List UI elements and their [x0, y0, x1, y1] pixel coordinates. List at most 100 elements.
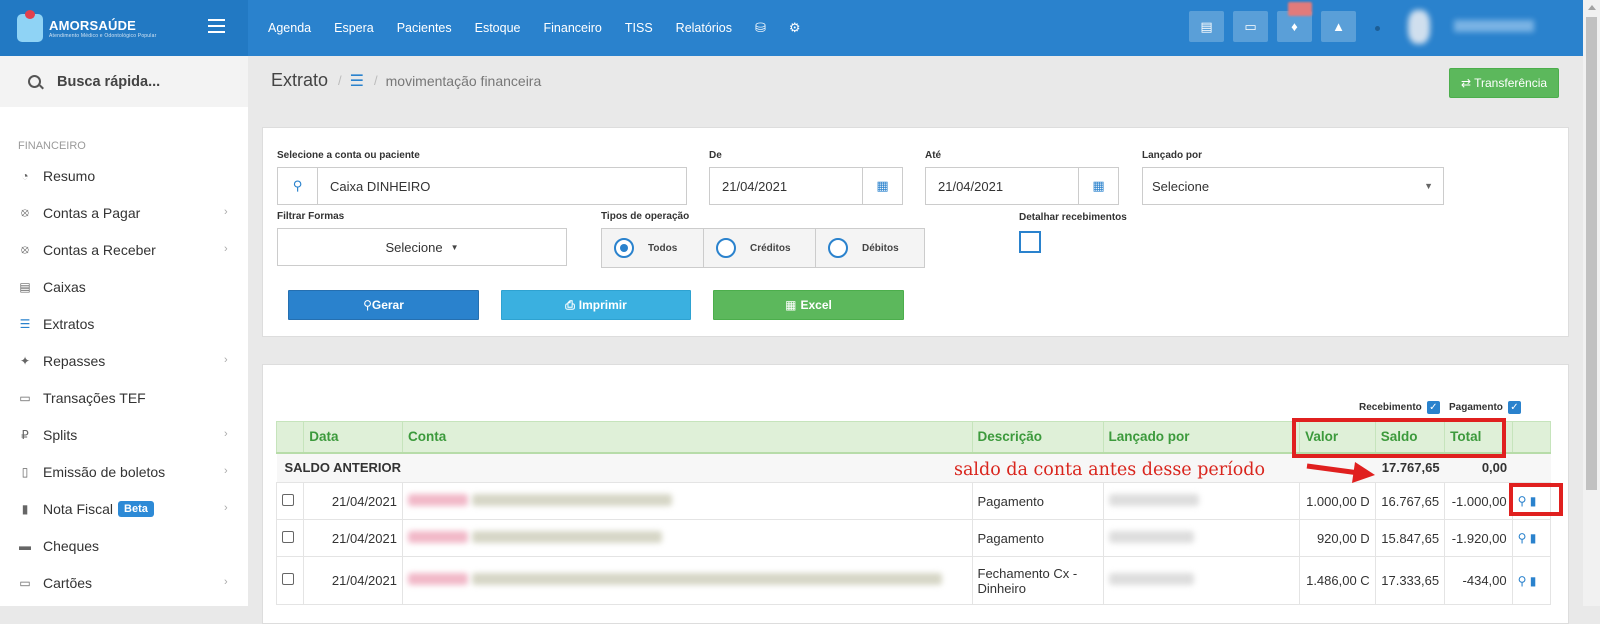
sidebar-item-repasses[interactable]: ✦ Repasses › [0, 342, 248, 379]
nav-tiss[interactable]: TISS [625, 21, 653, 35]
row-posted-by-blurred [1102, 482, 1301, 520]
logo[interactable]: AMORSAÚDE Atendimento Médico e Odontológ… [0, 0, 248, 56]
trash-icon[interactable]: ▮ [1530, 574, 1537, 588]
brand-name: AMORSAÚDE [49, 17, 137, 33]
zoom-icon[interactable]: ⚲ [1518, 574, 1527, 588]
print-button[interactable]: ⎙ Imprimir [501, 290, 691, 320]
transfer-button[interactable]: ⇄ Transferência [1449, 68, 1559, 98]
sidebar-item-resumo[interactable]: ◔ Resumo [0, 157, 248, 194]
generate-button[interactable]: ⚲ Gerar [288, 290, 479, 320]
money-icon: ▬ [19, 538, 31, 553]
ruble-icon: ₽ [21, 427, 29, 442]
row-checkbox[interactable] [282, 493, 294, 506]
sidebar-item-contas-a-receber[interactable]: ⦻ Contas a Receber › [0, 231, 248, 268]
row-checkbox[interactable] [282, 573, 294, 585]
to-date-label: Até [925, 150, 942, 161]
database-icon[interactable]: ⛁ [755, 20, 766, 36]
radio-creditos[interactable]: Créditos [704, 229, 816, 267]
receipt-filter[interactable]: Recebimento ✓ [1359, 401, 1440, 414]
arrow-down-circle-icon: ⦻ [21, 242, 29, 256]
excel-button[interactable]: ▦ Excel [713, 290, 904, 320]
sidebar-item-contas-a-pagar[interactable]: ⦻ Contas a Pagar › [0, 194, 248, 231]
sidebar-item-cheques[interactable]: ▬ Cheques [0, 527, 248, 564]
radio-icon [716, 238, 736, 258]
gear-icon[interactable]: ⚙ [789, 20, 801, 36]
page-scrollbar[interactable] [1583, 0, 1600, 606]
avatar[interactable] [1408, 10, 1430, 44]
chevron-right-icon: › [224, 354, 228, 366]
col-descricao[interactable]: Descrição [971, 421, 1104, 454]
sidebar-item-emissao-de-boletos[interactable]: ▯ Emissão de boletos › [0, 453, 248, 490]
row-checkbox[interactable] [282, 530, 294, 543]
checkbox-checked-icon[interactable]: ✓ [1426, 401, 1440, 414]
chat-button[interactable]: ▲ [1321, 11, 1356, 42]
row-description: Fechamento Cx - Dinheiro [971, 556, 1104, 605]
search-icon: ⚲ [363, 298, 372, 312]
calendar-icon[interactable]: ▦ [1078, 168, 1118, 204]
breadcrumb: Extrato / ☰ / movimentação financeira [271, 70, 542, 91]
sidebar-item-nota-fiscal[interactable]: ▮ Nota Fiscal Beta › [0, 490, 248, 527]
detail-receipts-checkbox[interactable] [1019, 231, 1041, 253]
pie-icon: ◔ [21, 168, 29, 183]
inbox-button[interactable]: ▤ [1189, 11, 1224, 42]
forms-select[interactable]: Selecione ▼ [277, 228, 567, 266]
zoom-icon[interactable]: ⚲ [1518, 531, 1527, 545]
scroll-up-icon[interactable] [1588, 5, 1596, 10]
sidebar-item-transacoes-tef[interactable]: ▭ Transações TEF [0, 379, 248, 416]
row-account-blurred [401, 519, 973, 557]
radio-todos[interactable]: Todos [602, 229, 704, 267]
barcode-icon: ▯ [21, 464, 29, 479]
col-lancado-por[interactable]: Lançado por [1102, 421, 1301, 454]
quick-search[interactable]: Busca rápida... [0, 56, 248, 107]
nav-financeiro[interactable]: Financeiro [544, 21, 602, 35]
inbox-icon: ▤ [19, 279, 31, 294]
account-field[interactable]: ⚲ Caixa DINHEIRO [277, 167, 687, 205]
posted-by-value: Selecione [1152, 178, 1210, 194]
checkbox-checked-icon[interactable]: ✓ [1507, 401, 1521, 414]
table-row[interactable]: 21/04/2021 Pagamento 920,00 D 15.847,65 … [275, 519, 1552, 557]
row-date: 21/04/2021 [303, 482, 403, 520]
nav-estoque[interactable]: Estoque [475, 21, 521, 35]
list-icon[interactable]: ☰ [350, 71, 364, 91]
scrollbar-thumb[interactable] [1586, 17, 1597, 490]
chevron-right-icon: › [224, 428, 228, 440]
payment-filter[interactable]: Pagamento ✓ [1449, 401, 1521, 414]
table-row[interactable]: 21/04/2021 Fechamento Cx - Dinheiro 1.48… [275, 556, 1552, 605]
col-conta[interactable]: Conta [401, 421, 973, 454]
nav-espera[interactable]: Espera [334, 21, 374, 35]
sidebar-item-extratos[interactable]: ☰ Extratos [0, 305, 248, 342]
nav-agenda[interactable]: Agenda [268, 21, 311, 35]
to-date-field[interactable]: 21/04/2021 ▦ [925, 167, 1119, 205]
annotation-text: saldo da conta antes desse período [954, 460, 1266, 480]
forms-label: Filtrar Formas [277, 211, 345, 222]
posted-by-select[interactable]: Selecione ▼ [1142, 167, 1444, 205]
calendar-icon[interactable]: ▦ [862, 168, 902, 204]
sidebar-item-cartoes[interactable]: ▭ Cartões › [0, 564, 248, 601]
sidebar-item-splits[interactable]: ₽ Splits › [0, 416, 248, 453]
highlight-row-actions [1509, 483, 1563, 516]
card-button[interactable]: ▭ [1233, 11, 1268, 42]
chevron-right-icon: › [224, 243, 228, 255]
list-icon: ☰ [19, 316, 31, 331]
row-date: 21/04/2021 [303, 556, 403, 605]
notifications-button[interactable]: ♦ [1277, 2, 1312, 42]
nav-relatorios[interactable]: Relatórios [676, 21, 732, 35]
from-date-label: De [709, 150, 722, 161]
detail-receipts-label: Detalhar recebimentos [1019, 212, 1127, 223]
bell-icon: ♦ [1291, 19, 1298, 34]
annotation-arrow-icon [1306, 462, 1375, 483]
col-data[interactable]: Data [303, 421, 403, 454]
trash-icon[interactable]: ▮ [1530, 531, 1537, 545]
beta-badge: Beta [118, 500, 154, 517]
row-total: -1.920,00 [1444, 519, 1513, 557]
table-row[interactable]: 21/04/2021 Pagamento 1.000,00 D 16.767,6… [275, 482, 1552, 520]
sidebar: Busca rápida... FINANCEIRO ◔ Resumo ⦻ Cont… [0, 56, 248, 606]
radio-debitos[interactable]: Débitos [816, 229, 924, 267]
sidebar-item-caixas[interactable]: ▤ Caixas [0, 268, 248, 305]
from-date-field[interactable]: 21/04/2021 ▦ [709, 167, 903, 205]
radio-selected-icon [614, 238, 634, 258]
nav-pacientes[interactable]: Pacientes [397, 21, 452, 35]
user-name-blurred[interactable] [1454, 20, 1534, 32]
hamburger-menu-icon[interactable] [208, 19, 225, 37]
row-total: -1.000,00 [1444, 482, 1513, 520]
